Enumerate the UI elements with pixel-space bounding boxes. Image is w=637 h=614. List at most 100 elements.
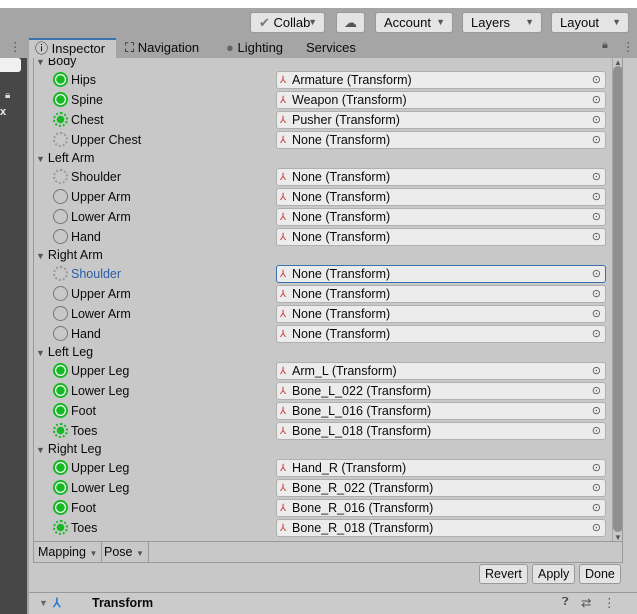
- bone-status-icon[interactable]: [53, 306, 68, 321]
- bone-status-icon[interactable]: [53, 500, 68, 515]
- transform-object-field[interactable]: ⅄ Bone_L_018 (Transform) ⊙: [276, 422, 606, 440]
- group-foldout[interactable]: ▼ Right Arm: [36, 246, 103, 265]
- transform-object-field[interactable]: ⅄ None (Transform) ⊙: [276, 188, 606, 206]
- scrollbar-thumb[interactable]: [613, 66, 622, 532]
- bone-status-icon[interactable]: [53, 460, 68, 475]
- bone-status-icon[interactable]: [53, 229, 68, 244]
- object-picker-icon[interactable]: ⊙: [592, 306, 601, 322]
- transform-object-field[interactable]: ⅄ Hand_R (Transform) ⊙: [276, 459, 606, 477]
- transform-object-field[interactable]: ⅄ Armature (Transform) ⊙: [276, 71, 606, 89]
- foldout-arrow-icon[interactable]: ▼: [39, 598, 48, 608]
- group-header-right-leg[interactable]: ▼ Right Leg: [34, 440, 609, 460]
- object-picker-icon[interactable]: ⊙: [592, 403, 601, 419]
- object-picker-icon[interactable]: ⊙: [592, 500, 601, 516]
- done-button[interactable]: Done: [579, 564, 621, 584]
- lock-icon[interactable]: 🔒︎: [5, 90, 10, 101]
- bone-label[interactable]: Toes: [71, 520, 97, 536]
- object-picker-icon[interactable]: ⊙: [592, 286, 601, 302]
- bone-status-icon[interactable]: [53, 480, 68, 495]
- transform-object-field[interactable]: ⅄ None (Transform) ⊙: [276, 168, 606, 186]
- bone-status-icon[interactable]: [53, 363, 68, 378]
- object-picker-icon[interactable]: ⊙: [592, 520, 601, 536]
- transform-component-header[interactable]: ▼ ⅄ Transform ❓︎ ⇄ ⋮: [29, 592, 637, 614]
- bone-status-icon[interactable]: [53, 286, 68, 301]
- bone-status-icon[interactable]: [53, 132, 68, 147]
- object-picker-icon[interactable]: ⊙: [592, 480, 601, 496]
- group-header-left-arm[interactable]: ▼ Left Arm: [34, 149, 609, 169]
- bone-status-icon[interactable]: [53, 520, 68, 535]
- bone-label[interactable]: Upper Arm: [71, 286, 131, 302]
- tab-navigation[interactable]: ⛶ Navigation: [119, 38, 205, 58]
- bone-label[interactable]: Foot: [71, 403, 96, 419]
- transform-object-field[interactable]: ⅄ Bone_L_016 (Transform) ⊙: [276, 402, 606, 420]
- account-dropdown[interactable]: Account ▼: [375, 12, 453, 33]
- object-picker-icon[interactable]: ⊙: [592, 383, 601, 399]
- object-picker-icon[interactable]: ⊙: [592, 112, 601, 128]
- transform-object-field[interactable]: ⅄ None (Transform) ⊙: [276, 305, 606, 323]
- bone-status-icon[interactable]: [53, 266, 68, 281]
- help-icon[interactable]: ❓︎: [562, 596, 569, 609]
- bone-status-icon[interactable]: [53, 169, 68, 184]
- more-icon[interactable]: ⋮: [9, 39, 22, 54]
- bone-status-icon[interactable]: [53, 209, 68, 224]
- object-picker-icon[interactable]: ⊙: [592, 229, 601, 245]
- bone-label[interactable]: Hand: [71, 326, 101, 342]
- apply-button[interactable]: Apply: [532, 564, 576, 584]
- bone-label[interactable]: Shoulder: [71, 266, 121, 282]
- object-picker-icon[interactable]: ⊙: [592, 363, 601, 379]
- bone-status-icon[interactable]: [53, 423, 68, 438]
- bone-label[interactable]: Lower Arm: [71, 209, 131, 225]
- group-header-left-leg[interactable]: ▼ Left Leg: [34, 343, 609, 363]
- object-picker-icon[interactable]: ⊙: [592, 326, 601, 342]
- object-picker-icon[interactable]: ⊙: [592, 209, 601, 225]
- bone-status-icon[interactable]: [53, 326, 68, 341]
- revert-button[interactable]: Revert: [479, 564, 528, 584]
- layers-dropdown[interactable]: Layers ▼: [462, 12, 542, 33]
- bone-status-icon[interactable]: [53, 383, 68, 398]
- bone-status-icon[interactable]: [53, 403, 68, 418]
- bone-label[interactable]: Toes: [71, 423, 97, 439]
- scene-search-input[interactable]: [0, 58, 21, 72]
- bone-label[interactable]: Upper Leg: [71, 460, 129, 476]
- object-picker-icon[interactable]: ⊙: [592, 169, 601, 185]
- scrollbar[interactable]: ▲ ▼: [612, 58, 622, 542]
- transform-object-field[interactable]: ⅄ None (Transform) ⊙: [276, 285, 606, 303]
- bone-label[interactable]: Lower Leg: [71, 480, 129, 496]
- transform-object-field[interactable]: ⅄ Bone_L_022 (Transform) ⊙: [276, 382, 606, 400]
- mapping-dropdown[interactable]: Mapping ▼: [34, 542, 103, 562]
- transform-object-field[interactable]: ⅄ Weapon (Transform) ⊙: [276, 91, 606, 109]
- bone-label[interactable]: Spine: [71, 92, 103, 108]
- transform-object-field[interactable]: ⅄ Bone_R_022 (Transform) ⊙: [276, 479, 606, 497]
- bone-label[interactable]: Lower Arm: [71, 306, 131, 322]
- object-picker-icon[interactable]: ⊙: [592, 189, 601, 205]
- transform-object-field[interactable]: ⅄ Pusher (Transform) ⊙: [276, 111, 606, 129]
- transform-object-field[interactable]: ⅄ Arm_L (Transform) ⊙: [276, 362, 606, 380]
- group-foldout[interactable]: ▼ Left Leg: [36, 343, 93, 362]
- bone-label[interactable]: Upper Arm: [71, 189, 131, 205]
- group-foldout[interactable]: ▼ Left Arm: [36, 149, 94, 168]
- transform-object-field[interactable]: ⅄ None (Transform) ⊙: [276, 228, 606, 246]
- transform-object-field[interactable]: ⅄ None (Transform) ⊙: [276, 208, 606, 226]
- pose-dropdown[interactable]: Pose ▼: [100, 542, 149, 562]
- object-picker-icon[interactable]: ⊙: [592, 460, 601, 476]
- bone-status-icon[interactable]: [53, 72, 68, 87]
- object-picker-icon[interactable]: ⊙: [592, 266, 601, 282]
- tab-inspector[interactable]: ⓘ Inspector: [29, 38, 116, 58]
- object-picker-icon[interactable]: ⊙: [592, 92, 601, 108]
- object-picker-icon[interactable]: ⊙: [592, 132, 601, 148]
- transform-object-field[interactable]: ⅄ Bone_R_018 (Transform) ⊙: [276, 519, 606, 537]
- bone-label[interactable]: Hips: [71, 72, 96, 88]
- transform-object-field[interactable]: ⅄ None (Transform) ⊙: [276, 131, 606, 149]
- more-icon[interactable]: ⋮: [603, 595, 616, 610]
- lock-icon[interactable]: 🔒︎: [602, 39, 608, 52]
- layout-dropdown[interactable]: Layout ▼: [551, 12, 629, 33]
- transform-object-field[interactable]: ⅄ Bone_R_016 (Transform) ⊙: [276, 499, 606, 517]
- bone-status-icon[interactable]: [53, 112, 68, 127]
- bone-label[interactable]: Hand: [71, 229, 101, 245]
- cloud-button[interactable]: ☁: [336, 12, 365, 33]
- transform-object-field[interactable]: ⅄ None (Transform) ⊙: [276, 325, 606, 343]
- presets-icon[interactable]: ⇄: [581, 595, 591, 610]
- transform-object-field[interactable]: ⅄ None (Transform) ⊙: [276, 265, 606, 283]
- bone-status-icon[interactable]: [53, 92, 68, 107]
- bone-label[interactable]: Upper Chest: [71, 132, 141, 148]
